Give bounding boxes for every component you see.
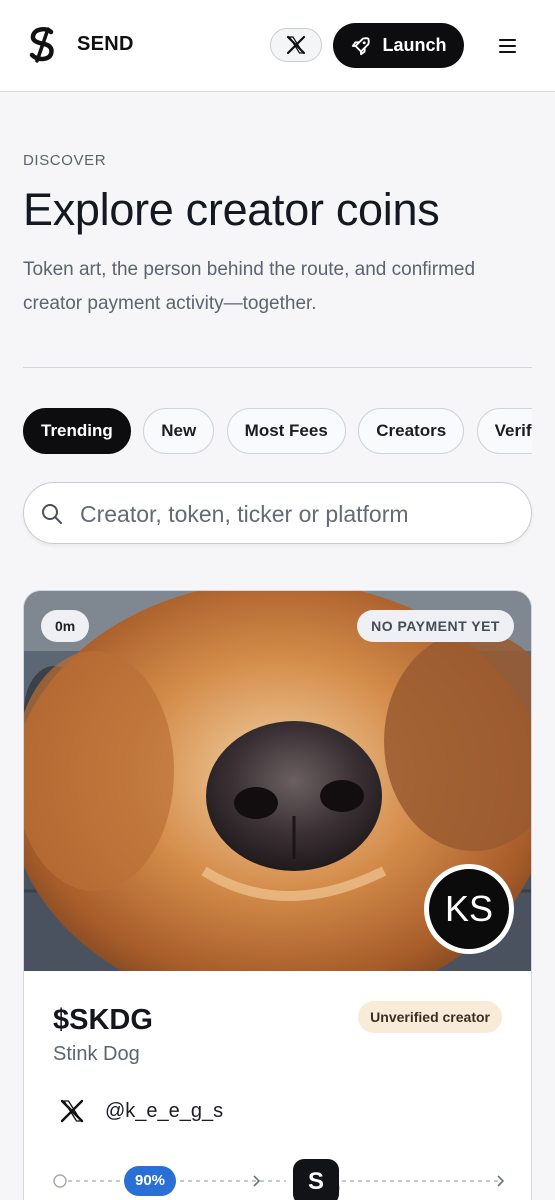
section-divider — [23, 367, 532, 368]
filter-new[interactable]: New — [143, 408, 215, 454]
launch-button[interactable]: Launch — [333, 23, 464, 68]
filter-verified[interactable]: Verified — [476, 408, 532, 454]
send-logo-icon[interactable] — [22, 25, 62, 65]
page-subtitle: Token art, the person behind the route, … — [23, 259, 476, 314]
search-icon — [42, 504, 62, 524]
filter-tabs: Trending New Most Fees Creators Verified — [23, 408, 532, 454]
filter-trending[interactable]: Trending — [23, 408, 131, 454]
search-bar — [23, 482, 532, 544]
payment-route-progress: 90% S — [50, 1156, 510, 1200]
creator-handle: @k_e_e_g_s — [105, 1099, 224, 1122]
brand-name[interactable]: SEND — [77, 33, 134, 56]
hamburger-menu-icon[interactable] — [494, 33, 520, 59]
payment-status-badge: NO PAYMENT YET — [357, 610, 514, 642]
filter-creators[interactable]: Creators — [358, 408, 465, 454]
creator-social-link[interactable]: @k_e_e_g_s — [59, 1096, 223, 1126]
rocket-icon — [352, 36, 371, 55]
coin-ticker[interactable]: $SKDG — [53, 1004, 153, 1037]
section-eyebrow: DISCOVER — [23, 152, 107, 169]
coin-name: Stink Dog — [53, 1043, 140, 1065]
launch-label: Launch — [382, 35, 447, 55]
creator-avatar[interactable]: KS — [424, 864, 514, 954]
filter-most-fees[interactable]: Most Fees — [226, 408, 346, 454]
x-social-button[interactable] — [270, 28, 322, 62]
x-icon — [286, 35, 306, 55]
coin-card[interactable]: 0m NO PAYMENT YET KS $SKDG Stink Dog Unv… — [23, 590, 532, 1200]
route-node-badge: S — [293, 1159, 339, 1200]
top-navigation: SEND Launch — [0, 0, 555, 92]
verification-badge: Unverified creator — [358, 1001, 502, 1033]
x-icon — [60, 1099, 84, 1123]
age-badge: 0m — [41, 610, 90, 642]
page-title: Explore creator coins — [23, 184, 440, 235]
progress-percent-badge: 90% — [124, 1166, 177, 1196]
search-input[interactable] — [80, 495, 520, 533]
route-line — [53, 1174, 505, 1195]
